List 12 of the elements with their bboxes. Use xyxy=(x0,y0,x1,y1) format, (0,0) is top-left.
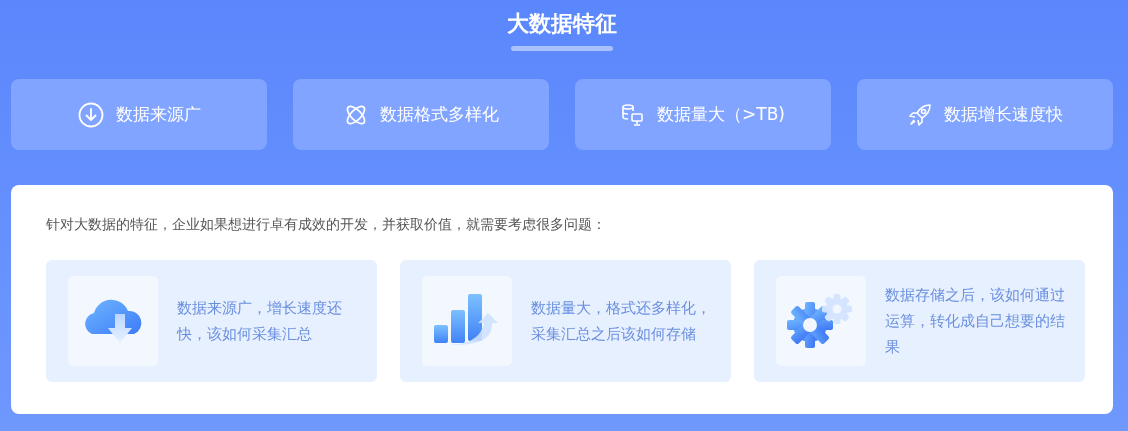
download-icon xyxy=(77,101,104,128)
section-title: 大数据特征 xyxy=(507,10,617,38)
database-icon xyxy=(621,102,646,127)
feature-button[interactable]: 数据增长速度快 xyxy=(857,79,1113,150)
problem-text: 数据量大，格式还多样化，采集汇总之后该如何存储 xyxy=(531,298,711,345)
feature-button[interactable]: 数据格式多样化 xyxy=(293,79,549,150)
intro-text: 针对大数据的特征，企业如果想进行卓有成效的开发，并获取价值，就需要考虑很多问题： xyxy=(46,215,607,234)
problem-text: 数据存储之后，该如何通过运算，转化成自己想要的结果 xyxy=(885,285,1065,358)
feature-button[interactable]: 数据来源广 xyxy=(11,79,267,150)
feature-button[interactable]: 数据量大（>TB) xyxy=(575,79,831,150)
rocket-icon xyxy=(907,102,932,127)
problem-text: 数据来源广，增长速度还快，该如何采集汇总 xyxy=(177,298,343,345)
